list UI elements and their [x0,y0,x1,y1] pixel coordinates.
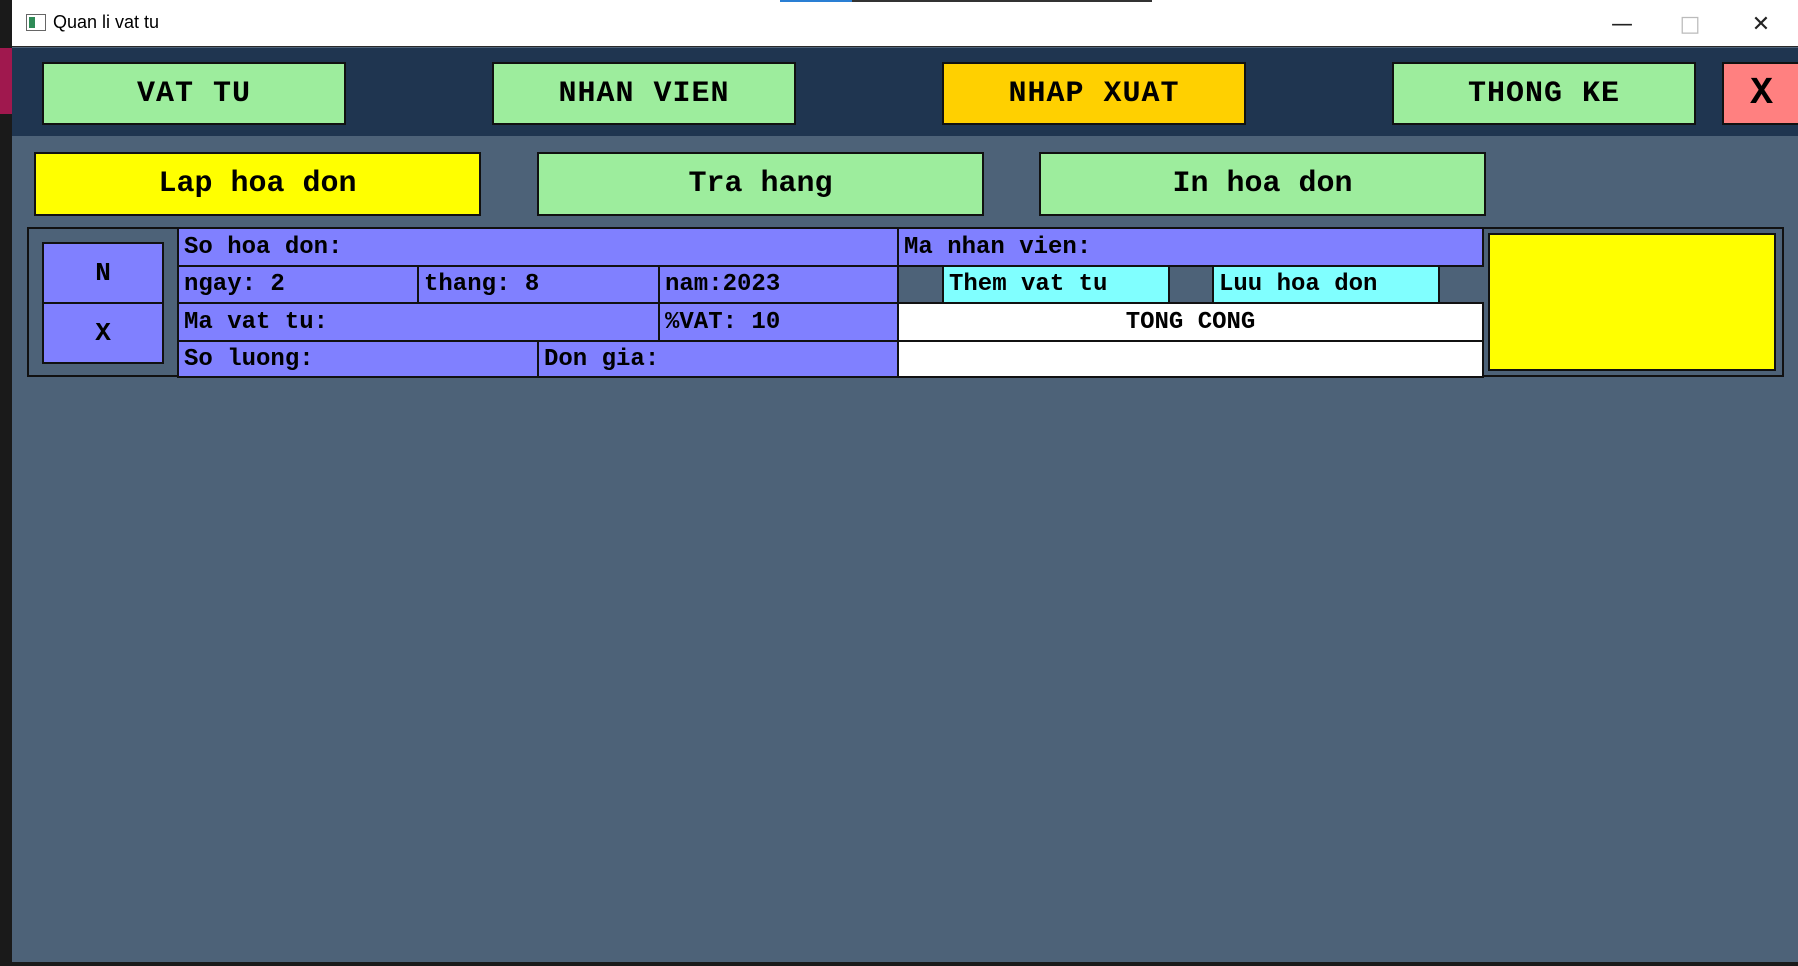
ma-vat-tu-field[interactable]: Ma vat tu: [177,302,660,342]
minimize-button[interactable]: — [1597,8,1647,40]
close-icon: ✕ [1751,11,1771,37]
vat-field[interactable]: %VAT: 10 [658,302,899,342]
ma-nhan-vien-field[interactable]: Ma nhan vien: [897,227,1484,267]
nav-vat-tu-button[interactable]: VAT TU [42,62,346,125]
so-luong-field[interactable]: So luong: [177,340,539,378]
nam-field[interactable]: nam:2023 [658,265,899,304]
window-title: Quan li vat tu [53,12,160,32]
desktop-background-fragment [0,48,12,114]
lap-hoa-don-button[interactable]: Lap hoa don [34,152,481,216]
type-n-button[interactable]: N [42,242,164,304]
nav-nhap-xuat-button[interactable]: NHAP XUAT [942,62,1246,125]
title-accent-blue [780,0,852,2]
bottom-edge [12,962,1798,966]
luu-hoa-don-button[interactable]: Luu hoa don [1212,265,1440,304]
nav-nhan-vien-button[interactable]: NHAN VIEN [492,62,796,125]
tra-hang-button[interactable]: Tra hang [537,152,984,216]
ngay-field[interactable]: ngay: 2 [177,265,419,304]
maximize-icon: □ [1679,11,1701,37]
app-icon [26,14,46,31]
thang-field[interactable]: thang: 8 [417,265,660,304]
preview-box [1488,233,1776,371]
so-hoa-don-field[interactable]: So hoa don: [177,227,899,267]
desktop-left-strip [0,0,12,966]
title-accent-dark [852,0,1152,2]
in-hoa-don-button[interactable]: In hoa don [1039,152,1486,216]
title-bar: Quan li vat tu — □ ✕ [12,0,1798,47]
don-gia-field[interactable]: Don gia: [537,340,899,378]
nav-thong-ke-button[interactable]: THONG KE [1392,62,1696,125]
exit-button[interactable]: X [1722,62,1798,125]
tong-cong-label: TONG CONG [897,302,1484,342]
app-window [12,0,1798,966]
them-vat-tu-button[interactable]: Them vat tu [942,265,1170,304]
minimize-icon: — [1611,11,1633,37]
type-x-button[interactable]: X [42,302,164,364]
close-window-button[interactable]: ✕ [1736,8,1786,40]
tong-cong-value [897,340,1484,378]
maximize-button[interactable]: □ [1665,8,1715,40]
